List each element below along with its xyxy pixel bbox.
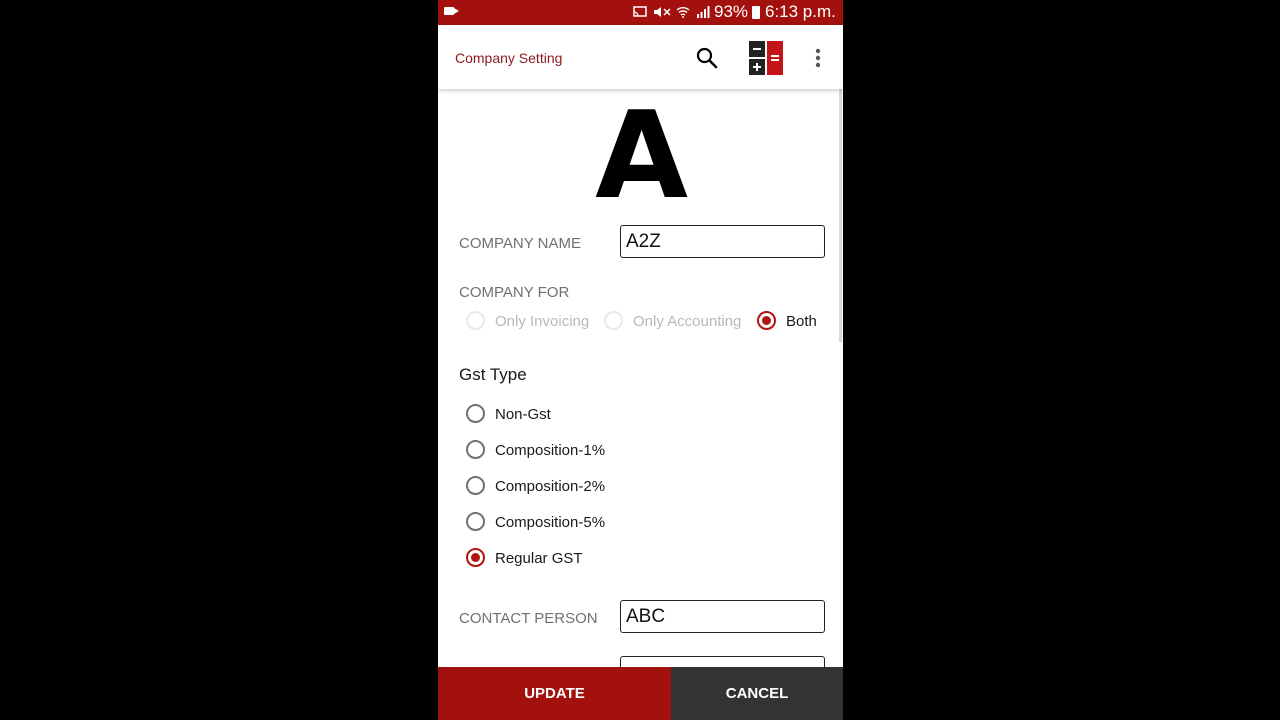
radio-only-invoicing[interactable]: Only Invoicing [466, 310, 596, 334]
battery-icon [752, 6, 760, 19]
radio-button[interactable] [466, 440, 485, 459]
radio-label: Non-Gst [495, 406, 551, 423]
radio-label: Only Accounting [633, 313, 742, 330]
status-icons [633, 3, 710, 18]
update-button[interactable]: UPDATE [438, 667, 671, 720]
action-bar: UPDATE CANCEL [438, 667, 843, 720]
contact-person-label: CONTACT PERSON [459, 610, 598, 627]
radio-label: Composition-2% [495, 478, 606, 495]
settings-form[interactable]: A COMPANY NAME A2Z COMPANY FOR Only Invo… [438, 89, 843, 667]
company-name-field[interactable]: A2Z [620, 225, 825, 258]
company-logo[interactable]: A [438, 97, 843, 217]
radio-button[interactable] [604, 311, 623, 330]
radio-composition-5[interactable]: Composition-5% [466, 512, 666, 536]
next-field[interactable] [620, 656, 825, 667]
mute-icon [653, 6, 671, 17]
radio-label: Both [786, 313, 817, 330]
status-bar: 93% 6:13 p.m. [438, 0, 843, 25]
company-for-label: COMPANY FOR [459, 284, 570, 301]
radio-button[interactable] [466, 311, 485, 330]
calculator-icon[interactable] [749, 41, 783, 75]
radio-button[interactable] [757, 311, 776, 330]
contact-person-field[interactable]: ABC [620, 600, 825, 633]
radio-label: Composition-1% [495, 442, 606, 459]
battery-percent: 93% [714, 2, 749, 21]
radio-label: Regular GST [495, 550, 583, 567]
signal-icon [696, 5, 710, 18]
clock: 6:13 p.m. [765, 2, 836, 21]
app-bar: Company Setting [438, 25, 843, 89]
radio-composition-2[interactable]: Composition-2% [466, 476, 666, 500]
cancel-button[interactable]: CANCEL [671, 667, 843, 720]
company-name-label: COMPANY NAME [459, 235, 581, 252]
radio-only-accounting[interactable]: Only Accounting [604, 310, 749, 334]
gst-type-title: Gst Type [459, 365, 527, 384]
radio-composition-1[interactable]: Composition-1% [466, 440, 666, 464]
radio-label: Composition-5% [495, 514, 606, 531]
search-icon[interactable] [696, 47, 718, 69]
radio-button[interactable] [466, 548, 485, 567]
page-title: Company Setting [455, 50, 563, 66]
radio-button[interactable] [466, 404, 485, 423]
more-vert-icon[interactable] [810, 47, 826, 69]
wifi-icon [676, 6, 690, 18]
radio-button[interactable] [466, 512, 485, 531]
radio-both[interactable]: Both [757, 310, 827, 334]
radio-button[interactable] [466, 476, 485, 495]
radio-regular-gst[interactable]: Regular GST [466, 548, 666, 572]
phone-screen: 93% 6:13 p.m. Company Setting A COMPANY … [438, 0, 843, 720]
radio-non-gst[interactable]: Non-Gst [466, 404, 666, 428]
cast-icon [633, 5, 647, 17]
radio-label: Only Invoicing [495, 313, 590, 330]
video-icon [444, 7, 459, 15]
